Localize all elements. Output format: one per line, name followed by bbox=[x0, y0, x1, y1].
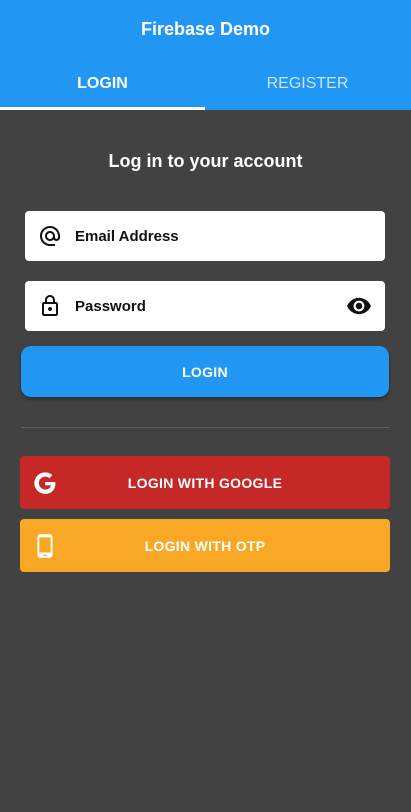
login-with-otp-button[interactable]: LOGIN WITH OTP bbox=[20, 519, 390, 572]
login-with-otp-label: LOGIN WITH OTP bbox=[144, 537, 266, 554]
login-button[interactable]: LOGIN bbox=[21, 346, 389, 397]
at-icon bbox=[38, 224, 62, 248]
google-icon bbox=[32, 470, 58, 496]
tab-indicator bbox=[0, 107, 205, 110]
password-field[interactable] bbox=[25, 281, 385, 331]
email-input[interactable] bbox=[75, 211, 385, 261]
password-input[interactable] bbox=[75, 281, 346, 331]
tab-login[interactable]: LOGIN bbox=[0, 58, 205, 110]
app-bar: Firebase Demo LOGIN REGISTER bbox=[0, 0, 411, 110]
divider bbox=[21, 427, 389, 428]
tab-register[interactable]: REGISTER bbox=[205, 58, 410, 110]
eye-icon[interactable] bbox=[346, 293, 372, 319]
login-with-google-button[interactable]: LOGIN WITH GOOGLE bbox=[20, 456, 390, 509]
app-title: Firebase Demo bbox=[140, 19, 271, 39]
lock-icon bbox=[38, 294, 62, 318]
login-with-google-label: LOGIN WITH GOOGLE bbox=[127, 474, 283, 491]
phone-icon bbox=[32, 533, 58, 559]
login-heading: Log in to your account bbox=[108, 151, 303, 171]
email-field[interactable] bbox=[25, 211, 385, 261]
